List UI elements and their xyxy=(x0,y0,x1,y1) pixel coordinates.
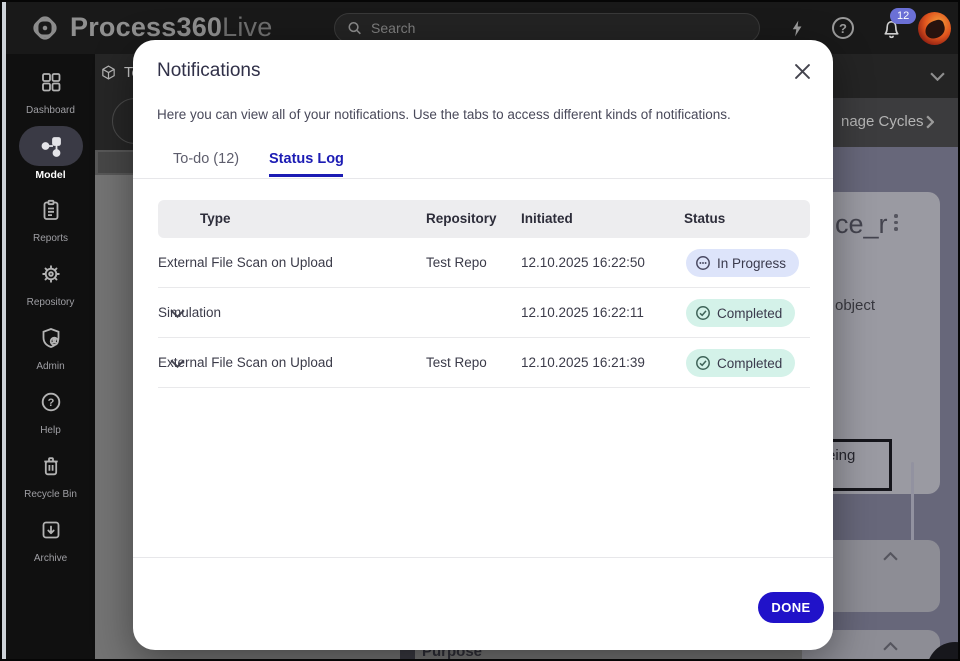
cell-repository: Test Repo xyxy=(426,355,487,370)
sidebar-item-label: Model xyxy=(35,169,66,181)
chevron-right-icon[interactable] xyxy=(926,115,934,129)
chevron-up-icon[interactable] xyxy=(883,552,898,561)
background-breadcrumb-bar: nage Cycles xyxy=(833,98,958,147)
chevron-down-icon[interactable] xyxy=(930,72,945,81)
table-row: External File Scan on Upload Test Repo 1… xyxy=(158,338,810,388)
divider xyxy=(133,557,833,558)
notifications-modal: Notifications Here you can view all of y… xyxy=(133,40,833,650)
sidebar-item-label: Archive xyxy=(33,553,68,564)
sidebar-item-label: Help xyxy=(40,425,61,436)
admin-icon xyxy=(42,328,59,348)
model-icon xyxy=(41,137,61,157)
repository-icon xyxy=(41,265,60,283)
process360-logo-icon xyxy=(33,16,57,40)
status-badge: Completed xyxy=(686,349,796,377)
cell-type: External File Scan on Upload xyxy=(158,255,333,270)
sidebar-item-archive[interactable]: Archive xyxy=(6,510,95,564)
search-icon xyxy=(348,21,361,35)
user-avatar[interactable] xyxy=(918,12,951,45)
reports-icon xyxy=(43,199,58,220)
column-header-type: Type xyxy=(200,211,231,226)
brand-title: Process360Live xyxy=(70,12,273,42)
sidebar-item-label: Dashboard xyxy=(26,105,75,116)
recycle-bin-icon xyxy=(43,457,58,476)
active-tab-indicator xyxy=(269,174,343,177)
tab-status-log[interactable]: Status Log xyxy=(269,151,344,167)
svg-text:?: ? xyxy=(47,397,54,409)
status-badge: In Progress xyxy=(686,249,800,277)
sidebar-item-repository[interactable]: Repository xyxy=(6,254,95,308)
cube-icon xyxy=(102,65,115,80)
cell-initiated: 12.10.2025 16:21:39 xyxy=(521,355,645,370)
column-header-status: Status xyxy=(684,211,726,226)
window-edge xyxy=(2,2,6,659)
cell-initiated: 12.10.2025 16:22:50 xyxy=(521,255,645,270)
status-badge: Completed xyxy=(686,299,796,327)
sidebar-item-label: Admin xyxy=(36,361,65,372)
in-progress-icon xyxy=(696,256,710,270)
help-icon[interactable]: ? xyxy=(831,16,855,40)
modal-description: Here you can view all of your notificati… xyxy=(157,107,731,122)
column-header-repository: Repository xyxy=(426,211,497,226)
dashboard-icon xyxy=(41,73,60,92)
divider xyxy=(133,178,833,179)
sidebar-item-reports[interactable]: Reports xyxy=(6,190,95,244)
cell-type: External File Scan on Upload xyxy=(158,355,333,370)
cell-type: Simulation xyxy=(158,305,222,320)
table-row: External File Scan on Upload Test Repo 1… xyxy=(158,238,810,288)
status-log-table: Type Repository Initiated Status Externa… xyxy=(158,200,810,388)
sidebar-item-label: Reports xyxy=(32,233,68,244)
archive-icon xyxy=(42,521,59,539)
completed-icon xyxy=(696,356,710,370)
background-card-subtitle: object xyxy=(835,297,876,314)
sidebar-item-label: Recycle Bin xyxy=(24,489,77,500)
notification-badge: 12 xyxy=(890,8,917,24)
cell-initiated: 12.10.2025 16:22:11 xyxy=(521,305,644,320)
background-breadcrumb[interactable]: nage Cycles xyxy=(841,113,924,130)
flash-icon[interactable] xyxy=(785,16,809,40)
help-icon: ? xyxy=(41,392,60,412)
sidebar-nav: Dashboard Model Reports Repository Admin… xyxy=(6,54,95,659)
column-header-initiated: Initiated xyxy=(521,211,573,226)
cell-repository: Test Repo xyxy=(426,255,487,270)
sidebar-item-model[interactable]: Model xyxy=(6,126,95,181)
sidebar-item-label: Repository xyxy=(26,297,75,308)
table-row: Simulation 12.10.2025 16:22:11 Completed xyxy=(158,288,810,338)
background-panel-header xyxy=(833,54,958,98)
global-search[interactable] xyxy=(334,13,760,43)
sidebar-item-recycle-bin[interactable]: Recycle Bin xyxy=(6,446,95,500)
close-icon[interactable] xyxy=(793,62,811,80)
table-header-row: Type Repository Initiated Status xyxy=(158,200,810,238)
modal-title: Notifications xyxy=(157,60,261,81)
app-window: Te Purpose nage Cycles ce_r object y bei… xyxy=(0,0,960,661)
tab-todo[interactable]: To-do (12) xyxy=(173,151,239,167)
sidebar-item-admin[interactable]: Admin xyxy=(6,318,95,372)
search-input[interactable] xyxy=(371,20,747,36)
chevron-up-icon[interactable] xyxy=(883,642,898,651)
sidebar-item-help[interactable]: ? Help xyxy=(6,382,95,436)
done-button[interactable]: DONE xyxy=(758,592,824,623)
sidebar-item-dashboard[interactable]: Dashboard xyxy=(6,62,95,116)
background-card-title: ce_r xyxy=(835,209,888,239)
completed-icon xyxy=(696,306,710,320)
background-properties-panel: ce_r object y being tes. xyxy=(782,147,958,659)
kebab-menu-icon[interactable] xyxy=(894,214,898,231)
